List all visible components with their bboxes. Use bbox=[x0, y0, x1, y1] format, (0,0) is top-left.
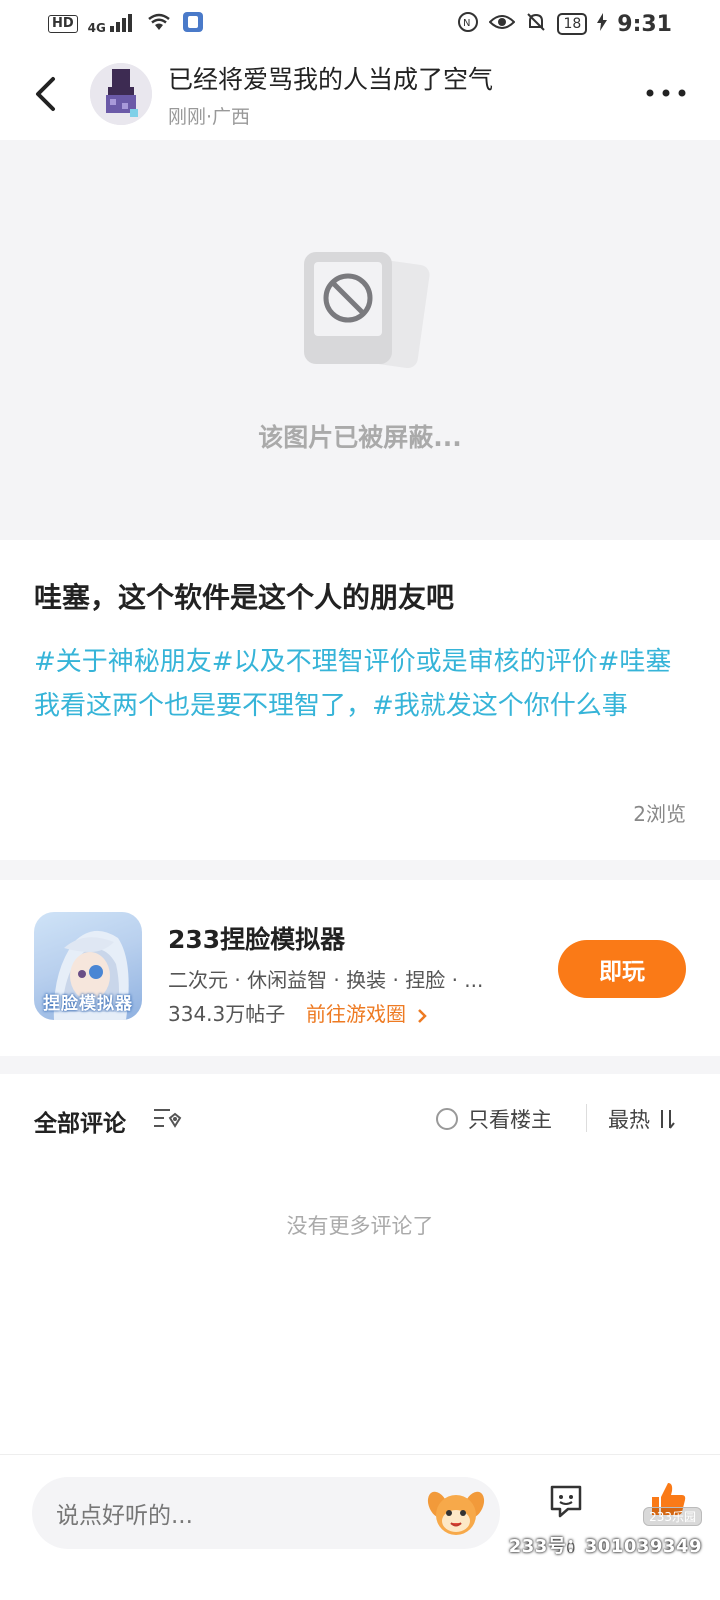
divider bbox=[586, 1104, 587, 1132]
more-dots-icon bbox=[646, 89, 686, 97]
battery-indicator: 18 bbox=[557, 13, 588, 35]
chevron-right-icon bbox=[418, 1008, 428, 1023]
signal-icon: 4G bbox=[87, 13, 136, 35]
sort-icon bbox=[661, 1110, 675, 1129]
post-header: 已经将爱骂我的人当成了空气 刚刚·广西 bbox=[0, 48, 720, 140]
mute-bell-icon bbox=[525, 11, 547, 38]
owner-only-label: 只看楼主 bbox=[468, 1108, 552, 1132]
comment-input-placeholder: 说点好听的... bbox=[56, 1503, 193, 1529]
game-name: 233捏脸模拟器 bbox=[168, 925, 346, 954]
watermark: 233号：301039349 bbox=[508, 1536, 702, 1557]
app-notification-icon bbox=[182, 11, 204, 38]
post-body: 哇塞，这个软件是这个人的朋友吧 #关于神秘朋友#以及不理智评价或是审核的评价#哇… bbox=[0, 540, 720, 860]
sort-label: 最热 bbox=[608, 1108, 650, 1132]
game-icon-label: 捏脸模拟器 bbox=[43, 994, 133, 1014]
post-hashtags[interactable]: #关于神秘朋友#以及不理智评价或是审核的评价#哇塞我看这两个也是要不理智了，#我… bbox=[34, 640, 686, 728]
post-author-title: 已经将爱骂我的人当成了空气 bbox=[168, 64, 494, 94]
no-more-comments-text: 没有更多评论了 bbox=[286, 1214, 434, 1238]
play-now-button[interactable]: 即玩 bbox=[558, 940, 686, 998]
watermark-badge: 233乐园 bbox=[643, 1507, 702, 1526]
charging-icon bbox=[597, 12, 608, 36]
signal-label: 4G bbox=[87, 20, 106, 35]
author-avatar[interactable] bbox=[90, 63, 152, 125]
comments-title: 全部评论 bbox=[34, 1111, 126, 1137]
game-tags: 二次元 · 休闲益智 · 换装 · 捏脸 · ... bbox=[168, 968, 484, 992]
header-text: 已经将爱骂我的人当成了空气 刚刚·广西 bbox=[168, 60, 493, 129]
filter-icon[interactable] bbox=[152, 1106, 184, 1134]
view-count: 2浏览 bbox=[633, 802, 686, 826]
status-bar: HD 4G N 18 9:31 bbox=[0, 0, 720, 48]
game-circle-link[interactable]: 前往游戏圈 bbox=[306, 998, 428, 1027]
emoji-icon[interactable] bbox=[426, 1483, 486, 1549]
owner-only-toggle[interactable]: 只看楼主 bbox=[436, 1104, 552, 1134]
data-saver-icon: N bbox=[457, 11, 479, 38]
game-card[interactable]: 捏脸模拟器 233捏脸模拟器 二次元 · 休闲益智 · 换装 · 捏脸 · ..… bbox=[0, 880, 720, 1056]
game-icon[interactable]: 捏脸模拟器 bbox=[34, 912, 142, 1020]
owner-only-radio[interactable] bbox=[436, 1108, 458, 1130]
chat-bubble-icon bbox=[550, 1485, 582, 1518]
comment-button[interactable] bbox=[548, 1483, 584, 1523]
clock: 9:31 bbox=[617, 11, 672, 37]
status-left: HD 4G bbox=[48, 11, 204, 38]
svg-text:N: N bbox=[463, 18, 470, 29]
chevron-left-icon bbox=[36, 77, 55, 111]
more-options-button[interactable] bbox=[642, 78, 690, 108]
blocked-image-text: 该图片已被屏蔽... bbox=[258, 423, 462, 452]
game-circle-link-label: 前往游戏圈 bbox=[306, 1002, 406, 1026]
post-title: 哇塞，这个软件是这个人的朋友吧 bbox=[34, 581, 455, 614]
hd-indicator: HD bbox=[48, 15, 78, 33]
wifi-icon bbox=[146, 12, 172, 37]
comments-section: 全部评论 只看楼主 最热 没有更多评论了 bbox=[0, 1074, 720, 1454]
eye-comfort-icon bbox=[489, 12, 516, 36]
blocked-image-placeholder: 该图片已被屏蔽... bbox=[0, 140, 720, 540]
game-post-count: 334.3万帖子 bbox=[168, 1002, 286, 1026]
status-right: N 18 9:31 bbox=[457, 11, 672, 38]
post-meta: 刚刚·广西 bbox=[168, 105, 251, 128]
blocked-image-icon bbox=[300, 248, 430, 372]
sort-toggle[interactable]: 最热 bbox=[608, 1104, 676, 1134]
bottom-bar: 说点好听的... 0 233乐园 233号：301039349 bbox=[0, 1454, 720, 1600]
comment-input[interactable]: 说点好听的... bbox=[32, 1477, 500, 1549]
back-button[interactable] bbox=[0, 48, 90, 140]
